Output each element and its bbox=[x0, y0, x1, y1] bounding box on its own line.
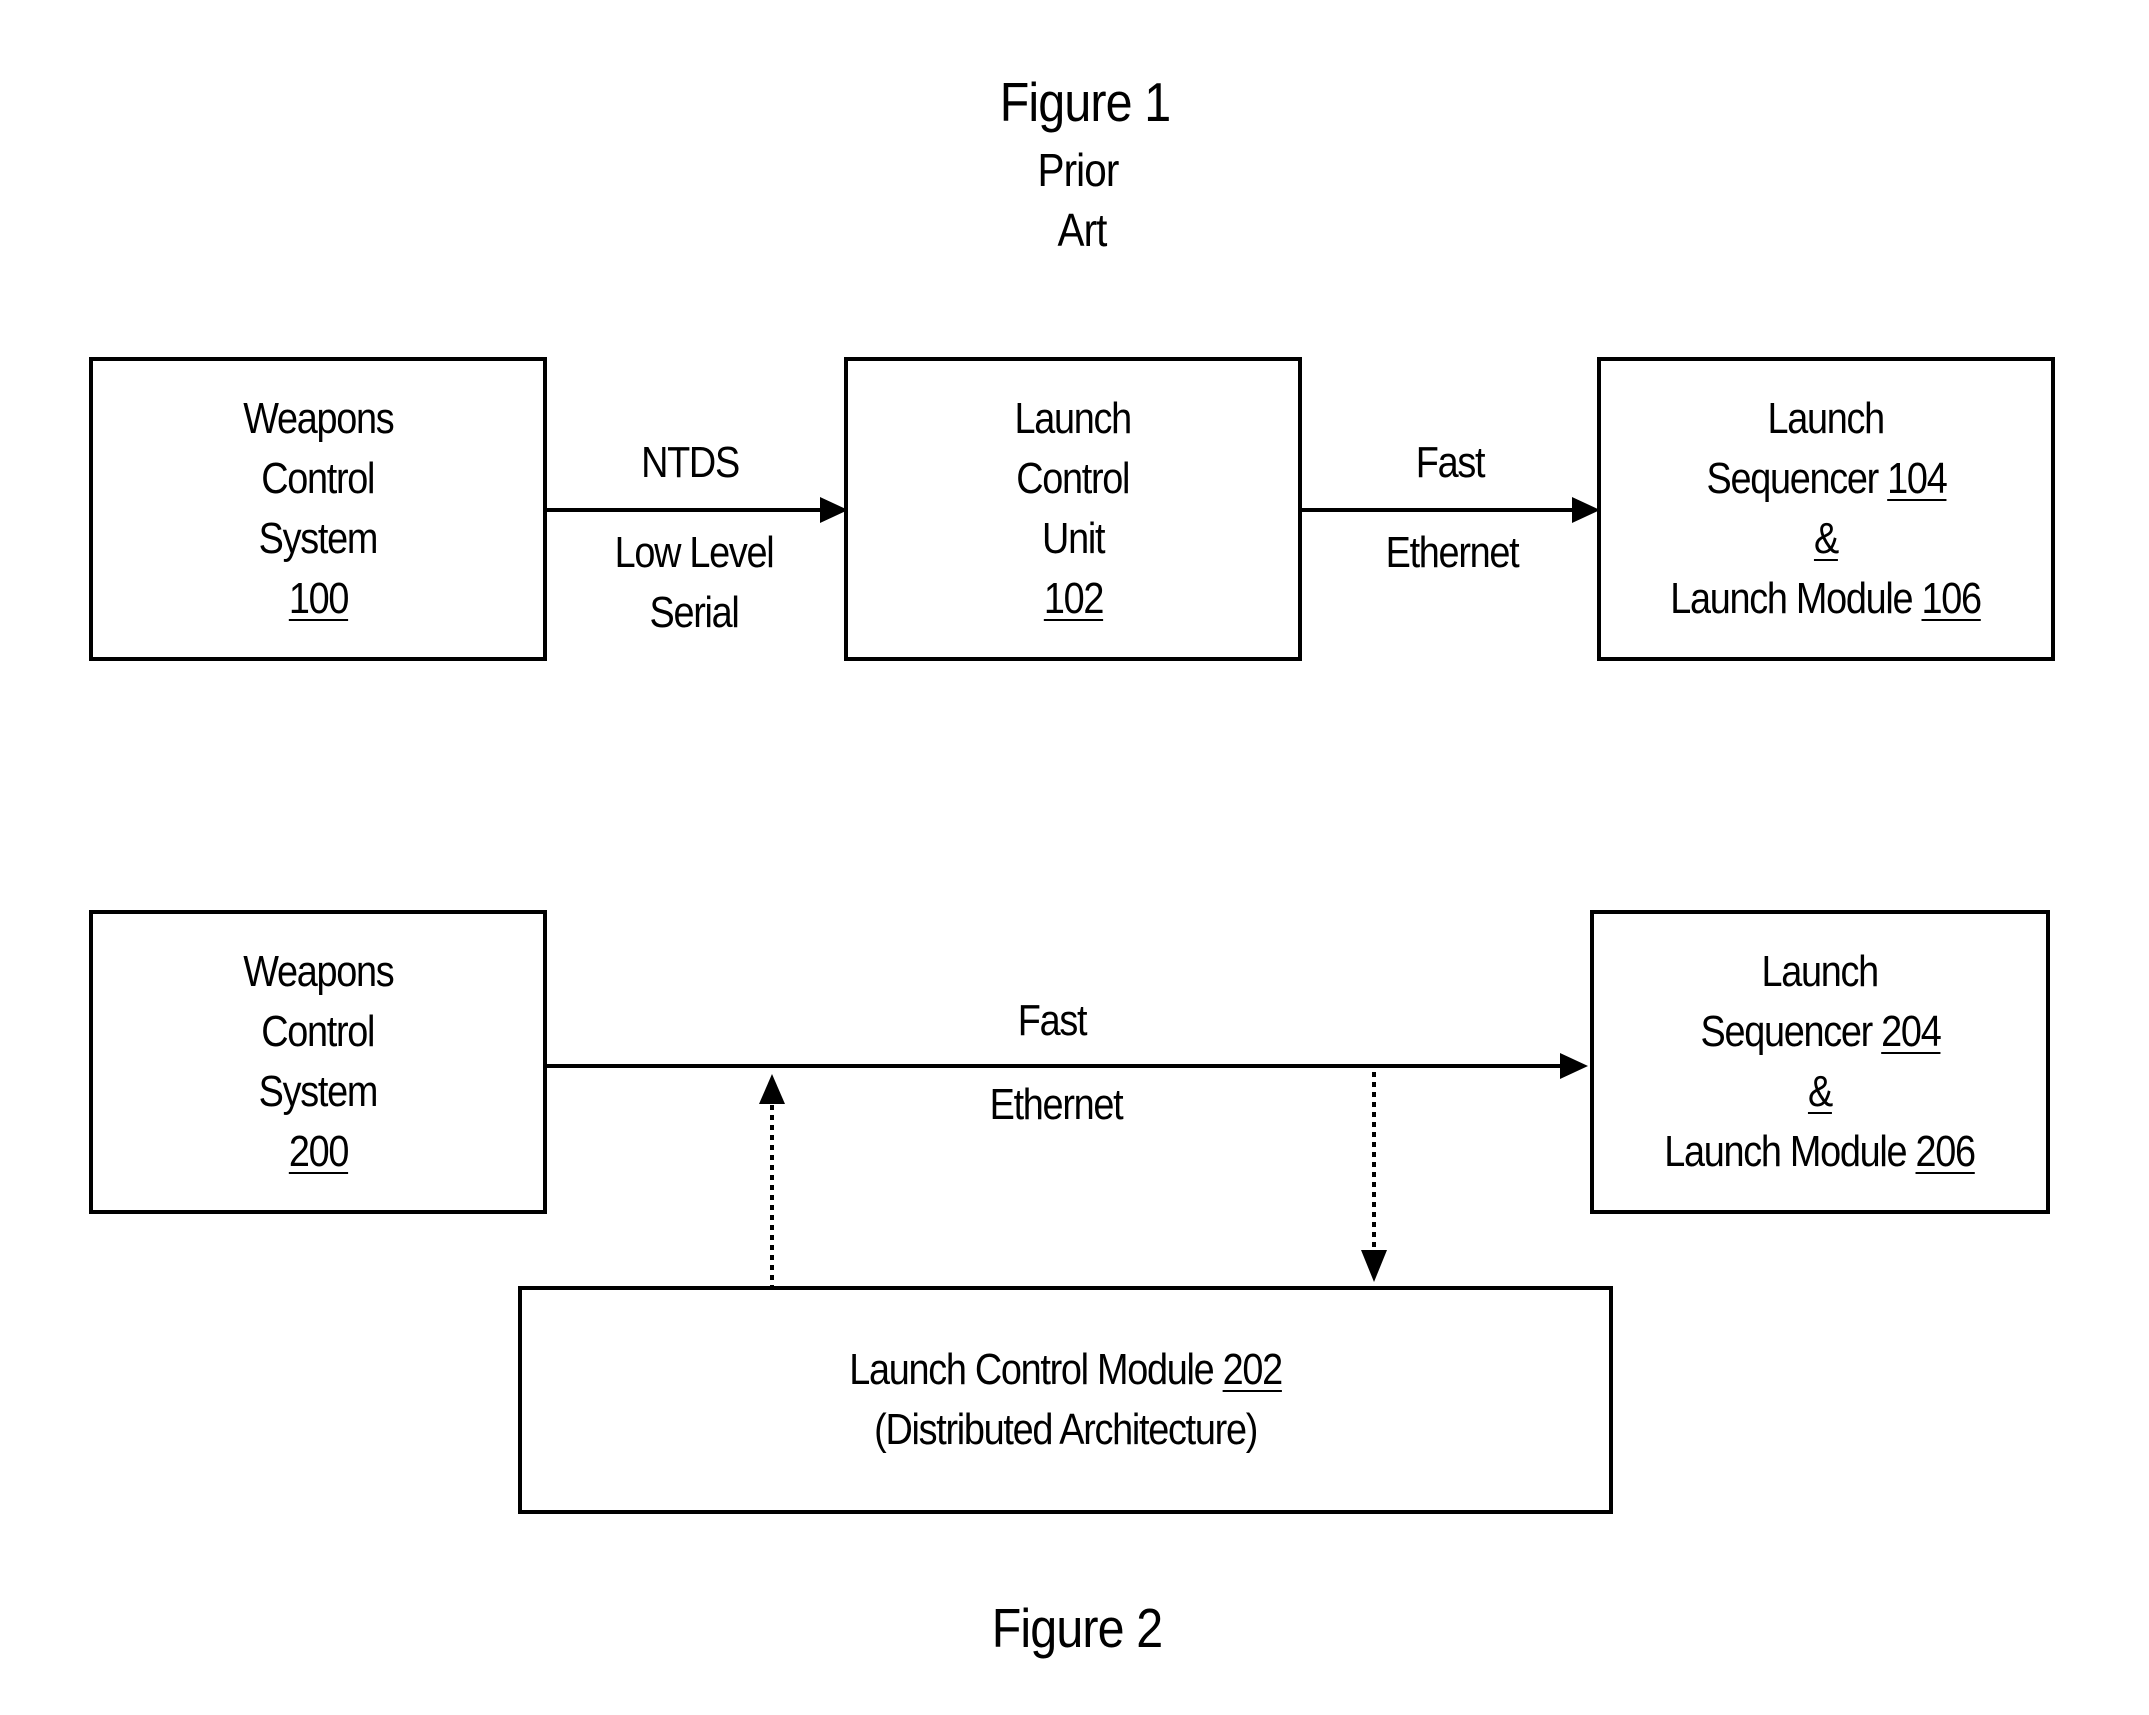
edge-label-fast: Fast bbox=[1017, 996, 1088, 1045]
node-weapons-control-system-200: Weapons Control System 200 bbox=[89, 910, 547, 1214]
edge-lcm202-to-bus bbox=[759, 1074, 785, 1290]
node-launch-control-unit-102: Launch Control Unit 102 bbox=[844, 357, 1302, 661]
node-label-line: Launch bbox=[1767, 394, 1886, 443]
edge-wcs200-to-ls204 bbox=[546, 1053, 1588, 1079]
reference-number: 102 bbox=[1043, 574, 1104, 623]
reference-number: 202 bbox=[1222, 1345, 1284, 1394]
edge-label-low-level: Low Level bbox=[614, 528, 775, 577]
node-label-line: Launch Module 106 bbox=[1670, 569, 1983, 629]
reference-number: 200 bbox=[288, 1127, 349, 1176]
node-label-text: Sequencer bbox=[1706, 454, 1887, 503]
node-label-line: Launch Control Module 202 bbox=[849, 1340, 1284, 1400]
node-label-line: Sequencer 204 bbox=[1700, 1002, 1942, 1062]
node-label-line: Control bbox=[261, 454, 376, 503]
node-label-text: Launch Control Module bbox=[849, 1345, 1223, 1394]
node-label-line: System bbox=[258, 514, 379, 563]
edge-lcu102-to-ls104 bbox=[1300, 497, 1600, 523]
node-label-line: Control bbox=[1016, 454, 1131, 503]
node-launch-sequencer-204: Launch Sequencer 204 & Launch Module 206 bbox=[1590, 910, 2050, 1214]
reference-number: 100 bbox=[288, 574, 349, 623]
node-launch-control-module-202: Launch Control Module 202 (Distributed A… bbox=[518, 1286, 1613, 1514]
reference-number: 106 bbox=[1921, 574, 1983, 623]
ampersand-label: & bbox=[1808, 1067, 1833, 1116]
node-label-line: (Distributed Architecture) bbox=[874, 1405, 1258, 1454]
figure-2-title: Figure 2 bbox=[991, 1597, 1163, 1659]
arrowhead-up-icon bbox=[759, 1074, 785, 1104]
edge-label-ntds: NTDS bbox=[641, 438, 740, 487]
node-label-line: System bbox=[258, 1067, 379, 1116]
edge-bus-to-lcm202 bbox=[1361, 1072, 1387, 1282]
node-weapons-control-system-100: Weapons Control System 100 bbox=[89, 357, 547, 661]
node-label-text: Sequencer bbox=[1700, 1007, 1881, 1056]
arrowhead-down-icon bbox=[1361, 1250, 1387, 1282]
node-label-line: Launch bbox=[1761, 947, 1880, 996]
node-label-line: Launch bbox=[1014, 394, 1133, 443]
edge-label-fast: Fast bbox=[1415, 438, 1486, 487]
arrowhead-icon bbox=[1572, 497, 1600, 523]
edge-label-ethernet: Ethernet bbox=[989, 1080, 1124, 1129]
ampersand-label: & bbox=[1814, 514, 1839, 563]
node-label-line: Launch Module 206 bbox=[1664, 1122, 1977, 1182]
node-label-line: Unit bbox=[1041, 514, 1105, 563]
node-label-text: Launch Module bbox=[1670, 574, 1922, 623]
arrowhead-icon bbox=[1560, 1053, 1588, 1079]
node-label-line: Control bbox=[261, 1007, 376, 1056]
node-label-line: Weapons bbox=[242, 394, 394, 443]
edge-label-serial: Serial bbox=[649, 588, 739, 637]
edge-label-ethernet: Ethernet bbox=[1385, 528, 1520, 577]
node-label-text: Launch Module bbox=[1664, 1127, 1916, 1176]
node-label-line: Weapons bbox=[242, 947, 394, 996]
reference-number: 204 bbox=[1880, 1007, 1942, 1056]
edge-wcs100-to-lcu102 bbox=[546, 497, 848, 523]
reference-number: 206 bbox=[1915, 1127, 1977, 1176]
reference-number: 104 bbox=[1886, 454, 1948, 503]
node-label-line: Sequencer 104 bbox=[1706, 449, 1948, 509]
node-launch-sequencer-104: Launch Sequencer 104 & Launch Module 106 bbox=[1597, 357, 2055, 661]
